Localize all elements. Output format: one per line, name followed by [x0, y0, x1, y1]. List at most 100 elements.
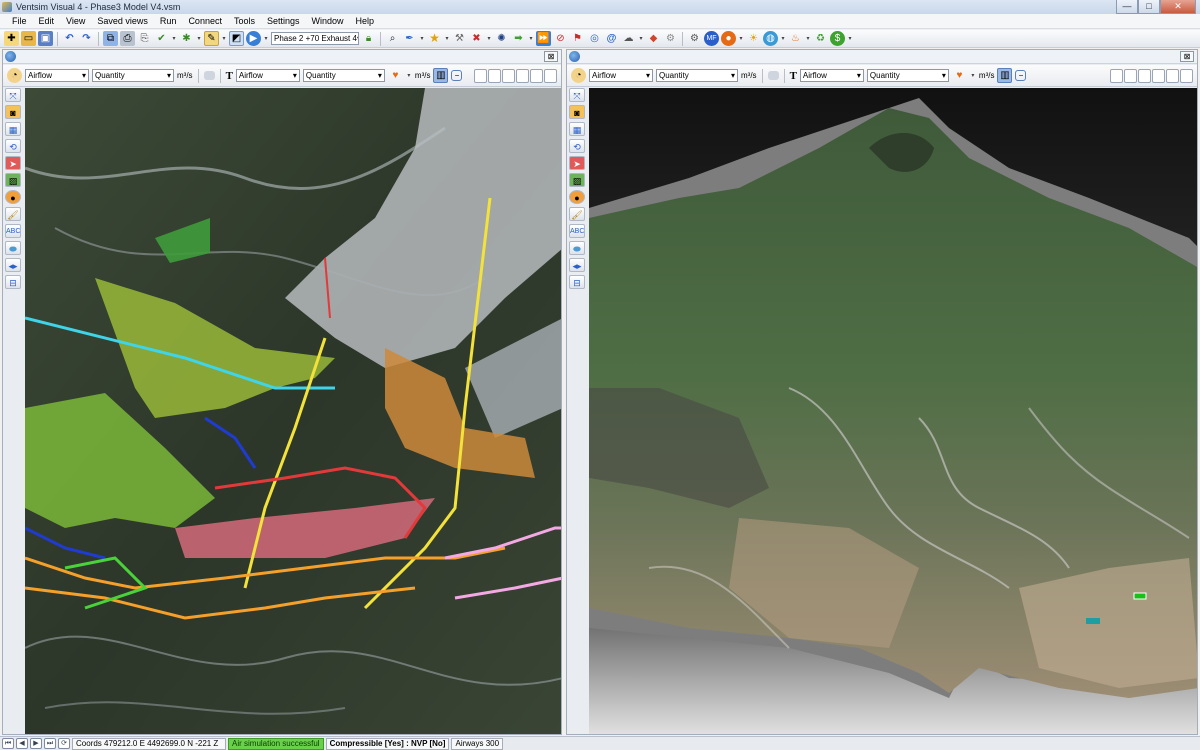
text-param-select[interactable]: Airflow ▾	[799, 69, 864, 82]
minimize-button[interactable]: —	[1116, 0, 1138, 14]
columns-icon[interactable]: ▥	[997, 68, 1013, 83]
text-tool-icon[interactable]: T	[226, 70, 233, 82]
abc-text-icon[interactable]: ABC	[5, 224, 21, 238]
legend-chip[interactable]	[474, 68, 487, 83]
view-plan-icon[interactable]: ◩	[229, 31, 244, 46]
brush-icon[interactable]: 🖌︎	[569, 207, 585, 221]
select-arrow-icon[interactable]: ➤	[5, 156, 21, 170]
edit-pencil-icon[interactable]: ✎	[204, 31, 219, 46]
arrow-right-icon[interactable]: ➡	[511, 31, 526, 46]
abc-text-icon[interactable]: ABC	[569, 224, 585, 238]
menu-settings[interactable]: Settings	[261, 14, 306, 29]
layer-icon[interactable]: ◙	[5, 105, 21, 119]
minus-icon[interactable]: −	[451, 70, 463, 81]
legend-chip[interactable]	[544, 68, 557, 83]
target-icon[interactable]: ◎	[587, 31, 602, 46]
arrows-lr-icon[interactable]: ◂▸	[569, 258, 585, 272]
collapse-icon[interactable]: ⊟	[5, 275, 21, 289]
chevron-down-icon[interactable]: ▾	[805, 35, 811, 42]
legend-chip[interactable]	[1138, 68, 1151, 83]
menu-help[interactable]: Help	[350, 14, 381, 29]
palette-icon[interactable]: ◔	[7, 68, 22, 83]
toggle-icon[interactable]: ⬬	[5, 241, 21, 255]
zoom-search-icon[interactable]: ⌕	[385, 31, 400, 46]
viewport-close-button[interactable]: ⊠	[544, 51, 558, 62]
menu-tools[interactable]: Tools	[228, 14, 261, 29]
legend-chip[interactable]	[1152, 68, 1165, 83]
chevron-down-icon[interactable]: ▾	[419, 35, 425, 42]
check-icon[interactable]: ✔	[154, 31, 169, 46]
menu-window[interactable]: Window	[306, 14, 350, 29]
sun-icon[interactable]: ☀	[746, 31, 761, 46]
range-toggle-icon[interactable]	[767, 71, 779, 80]
export-icon[interactable]: ⎘	[137, 31, 152, 46]
heart-icon[interactable]: ♥	[388, 68, 403, 83]
wrench-icon[interactable]: ⚒	[452, 31, 467, 46]
close-button[interactable]: ✕	[1160, 0, 1196, 14]
network-icon[interactable]: ✺	[494, 31, 509, 46]
cube-icon[interactable]: ◆	[646, 31, 661, 46]
text-quantity-select[interactable]: Quantity ▾	[866, 69, 949, 82]
menu-file[interactable]: File	[6, 14, 33, 29]
chevron-down-icon[interactable]: ▾	[171, 35, 177, 42]
gear-icon[interactable]: ⚙	[663, 31, 678, 46]
nav-next-icon[interactable]: ▶	[30, 738, 42, 749]
layer-icon[interactable]: ◙	[569, 105, 585, 119]
text-quantity-select[interactable]: Quantity ▾	[302, 69, 385, 82]
fit-view-icon[interactable]: ⤧	[569, 88, 585, 102]
chevron-down-icon[interactable]: ▾	[970, 72, 976, 79]
menu-view[interactable]: View	[60, 14, 91, 29]
print-icon[interactable]: ⎙	[120, 31, 135, 46]
pen-icon[interactable]: ✒	[402, 31, 417, 46]
menu-saved-views[interactable]: Saved views	[91, 14, 154, 29]
select-arrow-icon[interactable]: ➤	[569, 156, 585, 170]
menu-connect[interactable]: Connect	[182, 14, 228, 29]
color-param-select[interactable]: Airflow ▾	[25, 69, 89, 82]
color-wheel-icon[interactable]: ●	[569, 190, 585, 204]
color-param-select[interactable]: Airflow ▾	[589, 69, 653, 82]
undo-icon[interactable]: ↶	[62, 31, 77, 46]
chevron-down-icon[interactable]: ▾	[528, 35, 534, 42]
cloud-icon[interactable]: ☁	[621, 31, 636, 46]
grid-icon[interactable]: ▦	[569, 122, 585, 136]
lock-icon[interactable]: 🔒︎	[361, 31, 376, 46]
rotate-icon[interactable]: ⟲	[5, 139, 21, 153]
fit-view-icon[interactable]: ⤧	[5, 88, 21, 102]
graph-tools-icon[interactable]: ✱	[179, 31, 194, 46]
viewport-close-button[interactable]: ⊠	[1180, 51, 1194, 62]
recycle-icon[interactable]: ♻	[813, 31, 828, 46]
new-file-icon[interactable]: ✚	[4, 31, 19, 46]
color-quantity-select[interactable]: Quantity ▾	[92, 69, 174, 82]
palette-icon[interactable]: ◔	[571, 68, 586, 83]
save-disk-icon[interactable]: ▣	[38, 31, 53, 46]
columns-icon[interactable]: ▥	[433, 68, 449, 83]
legend-chip[interactable]	[1180, 68, 1193, 83]
fast-forward-icon[interactable]: ⏩	[536, 31, 551, 46]
menu-run[interactable]: Run	[154, 14, 183, 29]
3d-canvas-right[interactable]	[589, 88, 1197, 734]
heart-icon[interactable]: ♥	[952, 68, 967, 83]
legend-chip[interactable]	[530, 68, 543, 83]
collapse-icon[interactable]: ⊟	[569, 275, 585, 289]
legend-chip[interactable]	[1110, 68, 1123, 83]
chevron-down-icon[interactable]: ▾	[486, 35, 492, 42]
fire-circle-icon[interactable]: ●	[721, 31, 736, 46]
water-drop-icon[interactable]: ♨	[788, 31, 803, 46]
image-icon[interactable]: ▨	[569, 173, 585, 187]
maximize-button[interactable]: □	[1138, 0, 1160, 14]
redo-icon[interactable]: ↷	[79, 31, 94, 46]
image-icon[interactable]: ▨	[5, 173, 21, 187]
minus-icon[interactable]: −	[1015, 70, 1027, 81]
star-icon[interactable]: ★	[427, 31, 442, 46]
chevron-down-icon[interactable]: ▾	[847, 35, 853, 42]
color-quantity-select[interactable]: Quantity ▾	[656, 69, 738, 82]
legend-chip[interactable]	[1124, 68, 1137, 83]
brush-icon[interactable]: 🖌︎	[5, 207, 21, 221]
phase-selector[interactable]: Phase 2 +70 Exhaust 4 ▾	[271, 32, 359, 45]
nav-last-icon[interactable]: ⏭	[44, 738, 56, 749]
3d-canvas-left[interactable]	[25, 88, 561, 734]
chevron-down-icon[interactable]: ▾	[263, 35, 269, 42]
at-icon[interactable]: @	[604, 31, 619, 46]
legend-chip[interactable]	[516, 68, 529, 83]
legend-chip[interactable]	[488, 68, 501, 83]
